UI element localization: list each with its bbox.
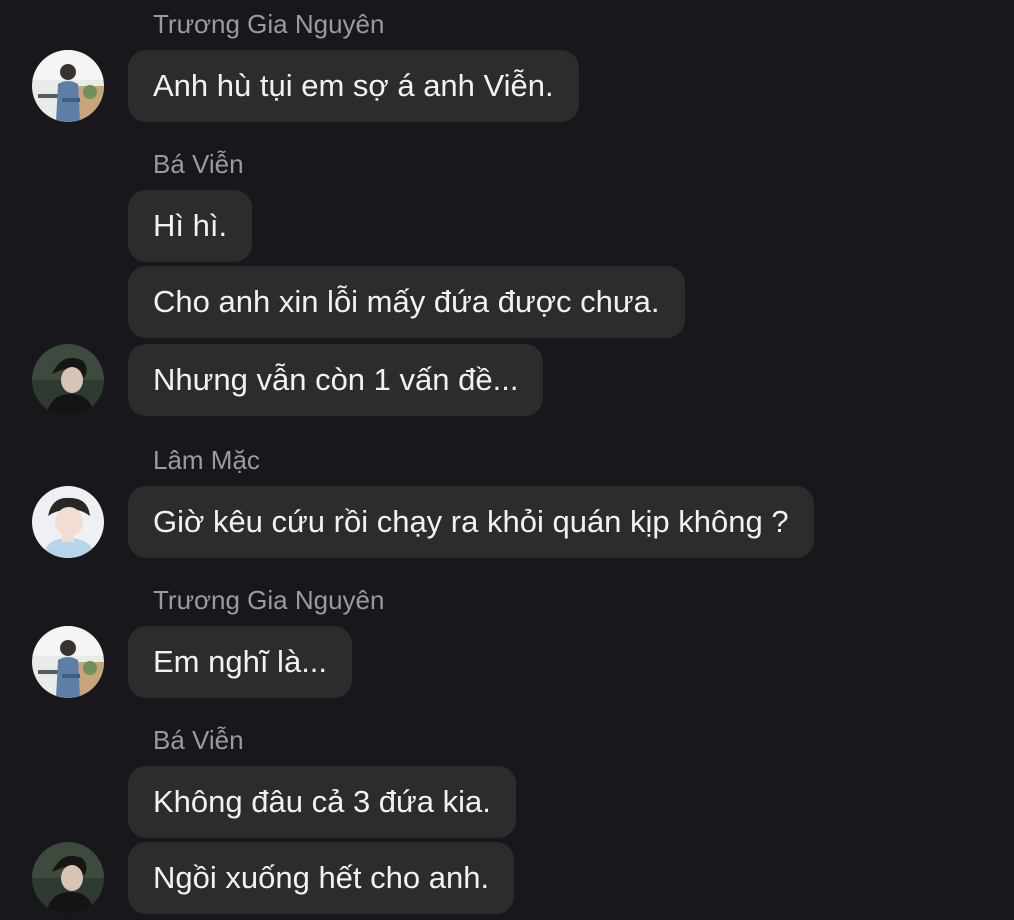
avatar-lam-mac-icon[interactable] <box>32 486 104 558</box>
message-bubble[interactable]: Em nghĩ là... <box>128 626 353 698</box>
sender-name: Trương Gia Nguyên <box>153 585 385 615</box>
avatar-vien-icon[interactable] <box>32 344 104 416</box>
chat-thread: Trương Gia Nguyên Anh hù tụi em sợ á anh… <box>0 0 1014 920</box>
message-bubble[interactable]: Giờ kêu cứu rồi chạy ra khỏi quán kịp kh… <box>128 486 814 558</box>
avatar-nguyen-icon[interactable] <box>32 50 104 122</box>
message-bubble[interactable]: Ngồi xuống hết cho anh. <box>128 842 515 914</box>
message-bubble[interactable]: Anh hù tụi em sợ á anh Viễn. <box>128 50 579 122</box>
message-bubble[interactable]: Cho anh xin lỗi mấy đứa được chưa. <box>128 266 685 338</box>
avatar-nguyen-icon[interactable] <box>32 626 104 698</box>
message-bubble[interactable]: Không đâu cả 3 đứa kia. <box>128 766 516 838</box>
message-bubble[interactable]: Hì hì. <box>128 190 253 262</box>
message-bubble[interactable]: Nhưng vẫn còn 1 vấn đề... <box>128 344 544 416</box>
sender-name: Bá Viễn <box>153 149 244 179</box>
avatar-vien-icon[interactable] <box>32 842 104 914</box>
sender-name: Lâm Mặc <box>153 445 260 475</box>
sender-name: Trương Gia Nguyên <box>153 9 385 39</box>
sender-name: Bá Viễn <box>153 725 244 755</box>
